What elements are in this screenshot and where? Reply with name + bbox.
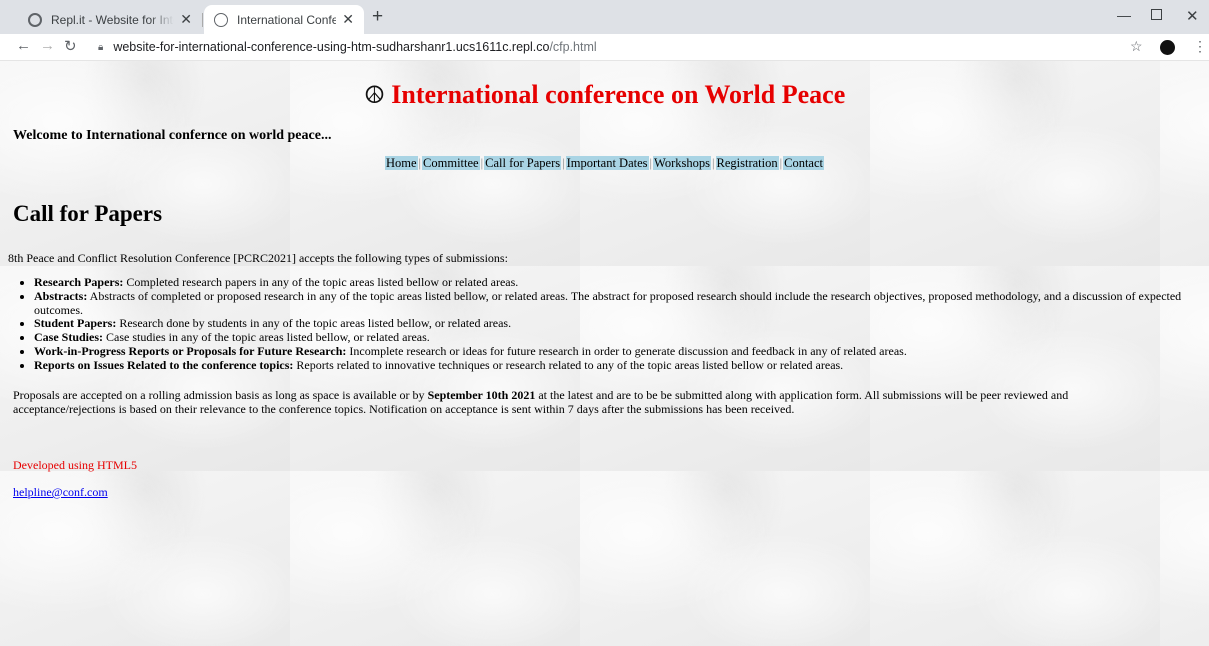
close-tab-icon[interactable]: ✕: [342, 11, 354, 28]
menu-dots-icon[interactable]: ⋮: [1193, 38, 1207, 55]
nav-registration[interactable]: Registration: [715, 156, 779, 170]
nav-home[interactable]: Home: [384, 156, 418, 170]
nav-divider: |: [562, 156, 565, 170]
proposal-text: Proposals are accepted on a rolling admi…: [13, 388, 428, 402]
tab-title: Repl.it - Website for International: [51, 12, 174, 27]
url-path: /cfp.html: [549, 40, 597, 54]
item-label: Work-in-Progress Reports or Proposals fo…: [34, 343, 347, 358]
tab-strip: Repl.it - Website for International ✕ In…: [0, 0, 1209, 34]
nav-workshops[interactable]: Workshops: [653, 156, 711, 170]
item-text: Incomplete research or ideas for future …: [346, 343, 907, 358]
lock-icon[interactable]: 🔒︎: [98, 42, 103, 53]
item-label: Student Papers:: [34, 316, 117, 331]
item-text: Completed research papers in any of the …: [123, 275, 519, 289]
window-close-icon[interactable]: ✕: [1186, 7, 1199, 25]
item-label: Abstracts:: [34, 288, 88, 303]
peace-symbol-icon: ☮: [363, 83, 386, 109]
list-item: Work-in-Progress Reports or Proposals fo…: [34, 343, 1204, 359]
section-title: Call for Papers: [13, 201, 163, 226]
address-bar[interactable]: 🔒︎ website-for-international-conference-…: [90, 35, 1100, 59]
submission-types-list: Research Papers: Completed research pape…: [14, 275, 1204, 373]
replit-icon: [28, 12, 42, 27]
page-title-text: International conference on World Peace: [391, 80, 846, 109]
nav-committee[interactable]: Committee: [422, 156, 480, 170]
list-item: Research Papers: Completed research pape…: [34, 275, 1204, 290]
deadline-date: September 10th 2021: [427, 388, 536, 402]
globe-icon: [214, 12, 228, 27]
item-text: Reports related to innovative techniques…: [293, 357, 844, 372]
profile-avatar[interactable]: [1160, 40, 1175, 55]
item-text: Abstracts of completed or proposed resea…: [34, 288, 1182, 317]
intro-text: 8th Peace and Conflict Resolution Confer…: [8, 251, 508, 265]
tab-international-conference[interactable]: International Conference ✕: [204, 5, 364, 34]
page-title: ☮ International conference on World Peace: [0, 80, 1209, 110]
list-item: Case Studies: Case studies in any of the…: [34, 330, 1204, 345]
tab-separator: [202, 13, 203, 27]
tab-title: International Conference: [237, 12, 337, 27]
welcome-text: Welcome to International confernce on wo…: [13, 128, 332, 143]
nav-call-for-papers[interactable]: Call for Papers: [484, 156, 562, 170]
minimize-icon[interactable]: —: [1117, 7, 1131, 23]
url-host: website-for-international-conference-usi…: [113, 40, 550, 54]
item-text: Research done by students in any of the …: [116, 316, 512, 331]
nav-bar: Home | Committee | Call for Papers | Important…: [0, 156, 1209, 171]
nav-divider: |: [711, 156, 715, 170]
forward-arrow-icon[interactable]: →: [40, 37, 55, 54]
list-item: Abstracts: Abstracts of completed or pro…: [34, 288, 1204, 318]
restore-icon[interactable]: [1151, 7, 1162, 23]
proposal-paragraph: Proposals are accepted on a rolling admi…: [13, 388, 1143, 416]
developed-note: Developed using HTML5: [13, 458, 137, 472]
back-arrow-icon[interactable]: ←: [16, 37, 31, 54]
new-tab-button[interactable]: +: [372, 6, 383, 28]
nav-contact[interactable]: Contact: [783, 156, 825, 170]
reload-icon[interactable]: ↻: [64, 37, 77, 55]
list-item: Reports on Issues Related to the confere…: [34, 357, 1204, 373]
bookmark-star-icon[interactable]: ☆: [1130, 38, 1143, 55]
item-label: Research Papers:: [34, 275, 124, 289]
tab-replit[interactable]: Repl.it - Website for International ✕: [18, 5, 203, 34]
item-text: Case studies in any of the topic areas l…: [103, 330, 430, 345]
item-label: Reports on Issues Related to the confere…: [34, 357, 294, 372]
nav-important-dates[interactable]: Important Dates: [565, 156, 649, 170]
browser-toolbar: ← → ↻ 🔒︎ website-for-international-confe…: [0, 34, 1209, 61]
helpline: helpline@conf.com: [13, 485, 108, 500]
item-label: Case Studies:: [34, 330, 104, 345]
list-item: Student Papers: Research done by student…: [34, 316, 1204, 331]
page-viewport: ☮ International conference on World Peace…: [0, 61, 1209, 646]
close-tab-icon[interactable]: ✕: [180, 11, 192, 28]
helpline-email-link[interactable]: helpline@conf.com: [13, 485, 108, 499]
